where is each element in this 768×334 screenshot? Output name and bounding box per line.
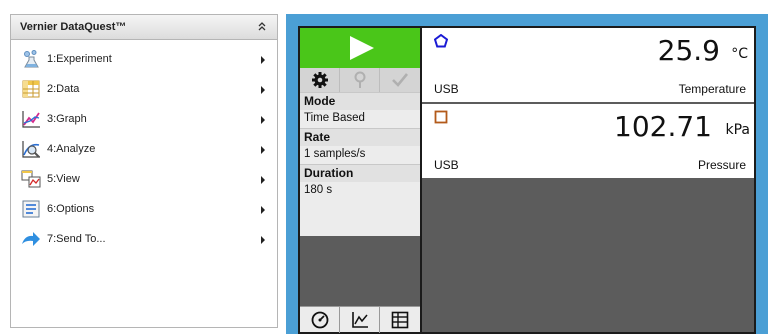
meter-value: 102.71 <box>614 110 712 143</box>
menu-item-label: 2:Data <box>47 83 80 95</box>
view-switcher <box>300 306 420 333</box>
meter-source: USB <box>434 82 459 96</box>
menu-item-data[interactable]: 2:Data <box>11 75 277 105</box>
square-marker-icon <box>434 110 448 124</box>
meter-pressure[interactable]: 102.71 kPa USB Pressure <box>422 104 754 178</box>
meter-temperature[interactable]: 25.9 °C USB Temperature <box>422 28 754 102</box>
meter-view-button[interactable] <box>300 307 340 333</box>
toolbar-row <box>300 68 420 92</box>
submenu-arrow-icon <box>261 86 265 94</box>
submenu-arrow-icon <box>261 206 265 214</box>
collection-settings[interactable]: Mode Time Based Rate 1 samples/s Duratio… <box>300 92 420 236</box>
meter-panel: 25.9 °C USB Temperature 102.71 kPa USB P… <box>422 28 754 332</box>
menu-header: Vernier DataQuest™ <box>11 15 277 40</box>
menu-item-options[interactable]: 6:Options <box>11 195 277 225</box>
pentagon-marker-icon <box>434 34 448 48</box>
table-view-icon <box>391 311 409 329</box>
experiment-icon <box>24 50 39 68</box>
menu-title: Vernier DataQuest™ <box>20 21 127 33</box>
submenu-arrow-icon <box>261 56 265 64</box>
dataquest-app-frame: Mode Time Based Rate 1 samples/s Duratio… <box>286 14 768 334</box>
menu-item-experiment[interactable]: 1:Experiment <box>11 45 277 75</box>
menu-item-view[interactable]: 5:View <box>11 165 277 195</box>
submenu-arrow-icon <box>261 116 265 124</box>
control-column: Mode Time Based Rate 1 samples/s Duratio… <box>300 28 420 333</box>
submenu-arrow-icon <box>261 176 265 184</box>
menu-item-label: 5:View <box>47 173 80 185</box>
duration-label: Duration <box>304 166 354 180</box>
keep-button[interactable] <box>380 68 420 92</box>
graph-view-icon <box>352 312 368 328</box>
rate-label: Rate <box>304 130 331 144</box>
collapse-icon[interactable] <box>257 20 267 32</box>
menu-item-label: 6:Options <box>47 203 95 215</box>
menu-item-label: 1:Experiment <box>47 53 112 65</box>
submenu-arrow-icon <box>261 236 265 244</box>
gear-icon <box>312 72 328 88</box>
menu-item-graph[interactable]: 3:Graph <box>11 105 277 135</box>
view-icon <box>21 170 41 188</box>
menu-item-label: 7:Send To... <box>47 233 106 245</box>
mark-button[interactable] <box>340 68 380 92</box>
meter-sensor-name: Pressure <box>697 158 746 172</box>
menu-item-analyze[interactable]: 4:Analyze <box>11 135 277 165</box>
settings-button[interactable] <box>300 68 340 92</box>
data-table-icon <box>22 80 40 98</box>
menu-item-label: 4:Analyze <box>47 143 96 155</box>
table-view-button[interactable] <box>380 307 420 333</box>
options-icon <box>22 200 40 218</box>
duration-value: 180 s <box>304 184 333 196</box>
meter-unit: kPa <box>725 122 751 138</box>
meter-unit: °C <box>731 46 748 62</box>
rate-value: 1 samples/s <box>304 148 366 160</box>
submenu-arrow-icon <box>261 146 265 154</box>
play-icon <box>350 36 374 60</box>
graph-icon <box>22 111 40 128</box>
send-to-icon <box>22 232 40 246</box>
meter-value: 25.9 <box>657 34 720 67</box>
screen: Vernier DataQuest™ 1:Experiment 2:Data 3… <box>0 0 768 334</box>
mode-label: Mode <box>304 94 336 108</box>
analyze-icon <box>22 141 40 158</box>
dataquest-app: Mode Time Based Rate 1 samples/s Duratio… <box>298 26 756 334</box>
meter-sensor-name: Temperature <box>678 82 746 96</box>
checkmark-icon <box>392 73 408 87</box>
menu-item-send-to[interactable]: 7:Send To... <box>11 225 277 255</box>
meter-source: USB <box>434 158 459 172</box>
mode-value: Time Based <box>304 112 365 124</box>
menu-item-label: 3:Graph <box>47 113 87 125</box>
dataquest-menu-panel: Vernier DataQuest™ 1:Experiment 2:Data 3… <box>10 14 278 328</box>
start-collection-button[interactable] <box>300 28 420 68</box>
pin-icon <box>354 71 366 88</box>
meter-icon <box>311 311 329 329</box>
graph-view-button[interactable] <box>340 307 380 333</box>
